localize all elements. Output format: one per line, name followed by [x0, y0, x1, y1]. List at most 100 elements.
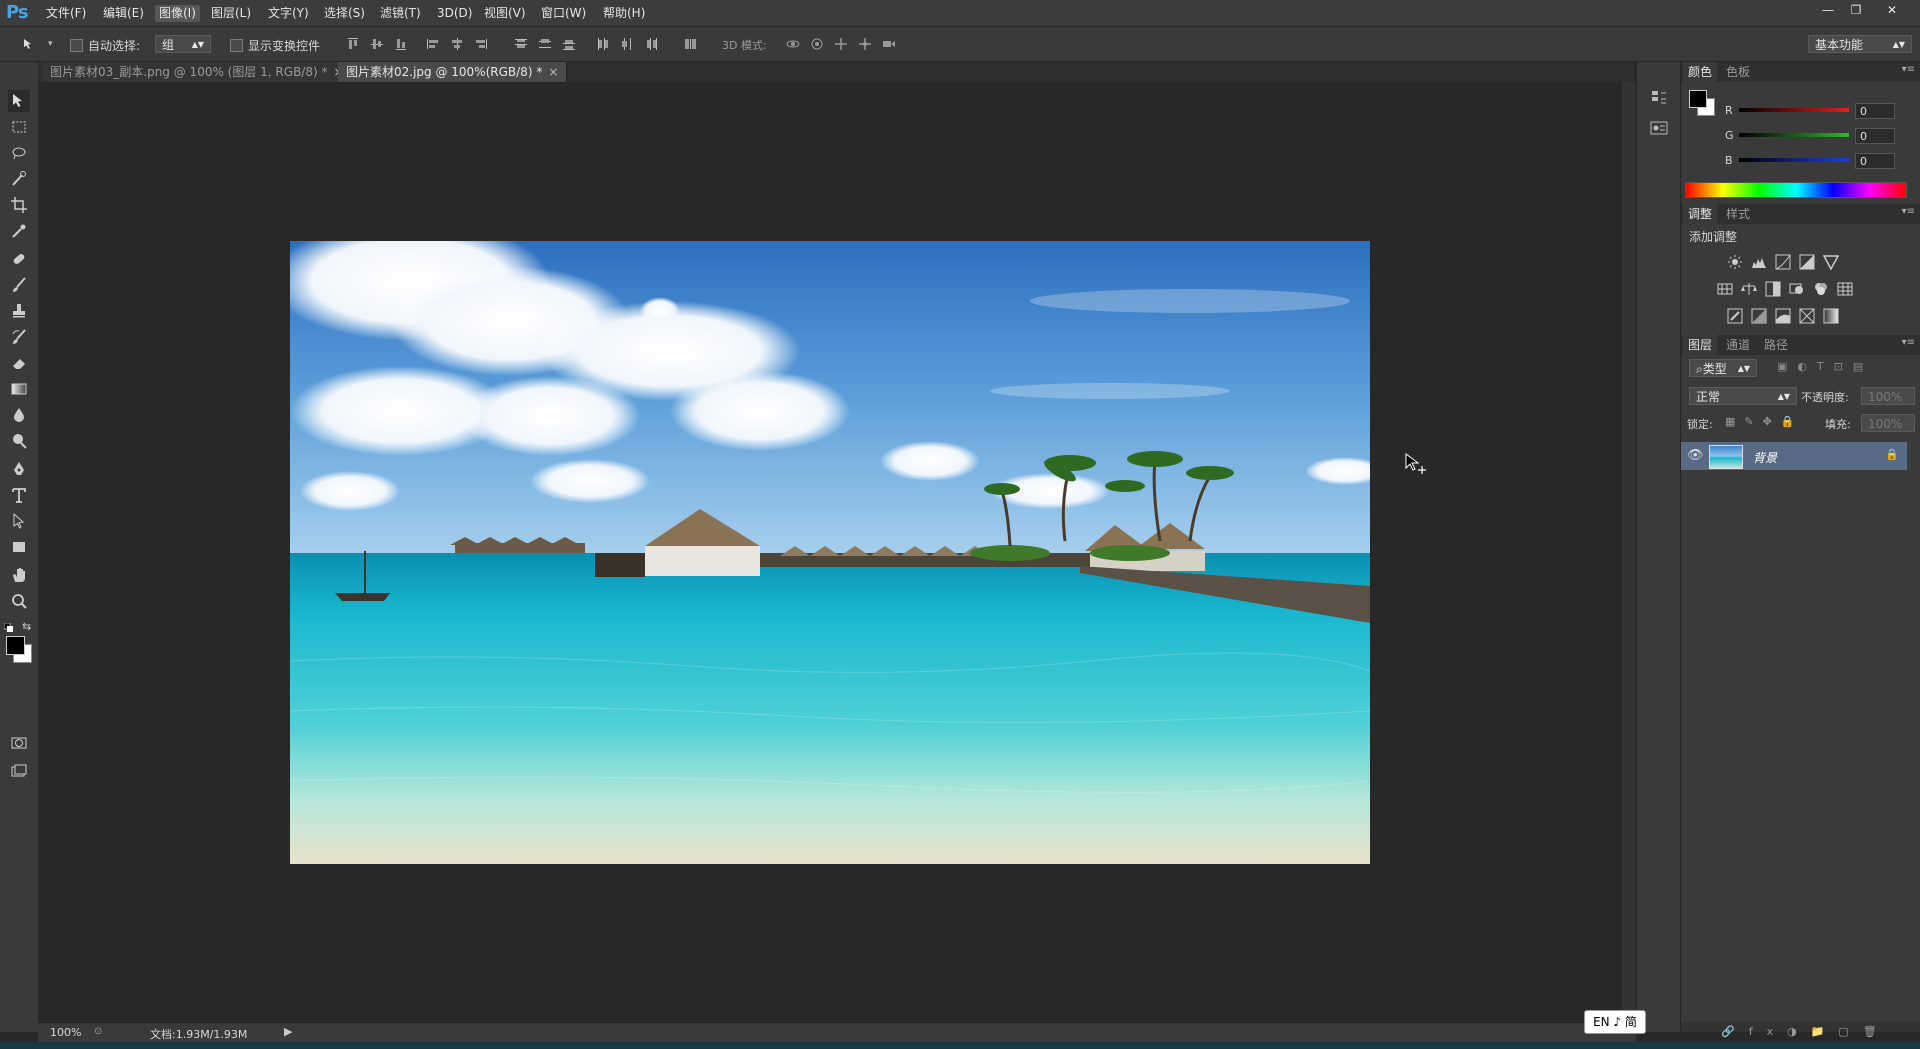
opacity-field[interactable]: 100% [1861, 387, 1915, 405]
tab-close-icon[interactable]: × [548, 65, 558, 79]
zoom-level[interactable]: 100% [50, 1026, 81, 1039]
levels-icon[interactable] [1751, 254, 1769, 272]
gradient-map-icon[interactable] [1823, 308, 1841, 326]
distribute-right-icon[interactable] [644, 37, 658, 51]
path-select-tool-icon[interactable] [8, 510, 30, 532]
selective-color-icon[interactable] [1799, 308, 1817, 326]
panel-menu-icon[interactable]: ▾≡ [1902, 206, 1915, 217]
minimize-icon[interactable]: — [1816, 1, 1840, 19]
auto-align-icon[interactable] [684, 37, 698, 51]
invert-icon[interactable] [1727, 308, 1745, 326]
menu-window[interactable]: 窗口(W) [537, 5, 590, 22]
color-fg-swatch[interactable] [1689, 90, 1707, 108]
menu-select[interactable]: 选择(S) [320, 5, 369, 22]
camera-3d-icon[interactable] [882, 37, 896, 51]
menu-help[interactable]: 帮助(H) [599, 5, 649, 22]
channel-r-slider[interactable] [1739, 108, 1849, 112]
menu-file[interactable]: 文件(F) [42, 5, 90, 22]
align-top-icon[interactable] [346, 37, 360, 51]
dodge-tool-icon[interactable] [8, 430, 30, 452]
align-vcenter-icon[interactable] [370, 37, 384, 51]
properties-panel-icon[interactable] [1649, 118, 1669, 138]
menu-layer[interactable]: 图层(L) [207, 5, 255, 22]
rectangle-tool-icon[interactable] [8, 536, 30, 558]
hue-saturation-icon[interactable] [1717, 281, 1735, 299]
channel-b-value[interactable]: 0 [1855, 153, 1895, 169]
color-balance-icon[interactable] [1741, 281, 1759, 299]
workspace-dropdown[interactable]: 基本功能 ▲▼ [1808, 35, 1912, 53]
roll-3d-icon[interactable] [810, 37, 824, 51]
ime-indicator[interactable]: EN ♪ 简 [1584, 1010, 1646, 1034]
menu-type[interactable]: 文字(Y) [264, 5, 313, 22]
layers-footer-icons[interactable]: 🔗fx◑📁▢🗑 [1721, 1025, 1891, 1038]
channel-g-value[interactable]: 0 [1855, 128, 1895, 144]
channel-b-slider[interactable] [1739, 158, 1849, 162]
tab-styles[interactable]: 样式 [1721, 204, 1755, 224]
hand-tool-icon[interactable] [8, 564, 30, 586]
layer-row[interactable]: 👁 背景 🔒 [1681, 442, 1907, 470]
channel-mixer-icon[interactable] [1813, 281, 1831, 299]
eraser-tool-icon[interactable] [8, 352, 30, 374]
marquee-tool-icon[interactable] [8, 116, 30, 138]
distribute-left-icon[interactable] [596, 37, 610, 51]
lock-option-icons[interactable]: ▦✎✥🔒 [1725, 415, 1815, 431]
auto-select-dropdown[interactable]: 组 ▲▼ [155, 35, 211, 53]
menu-3d[interactable]: 3D(D) [433, 5, 476, 22]
channel-g-slider[interactable] [1739, 133, 1849, 137]
color-lookup-icon[interactable] [1837, 281, 1855, 299]
tab-color[interactable]: 颜色 [1683, 62, 1718, 82]
color-spectrum-ramp[interactable] [1685, 182, 1907, 198]
tab-document-2[interactable]: 图片素材02.jpg @ 100%(RGB/8) * × [338, 62, 568, 82]
swap-colors-icon[interactable]: ⇆ [22, 620, 31, 633]
vertical-scrollbar[interactable] [1622, 82, 1636, 1022]
tab-adjustments[interactable]: 调整 [1683, 204, 1718, 224]
show-transform-checkbox[interactable] [230, 39, 243, 52]
distribute-hcenter-icon[interactable] [620, 37, 634, 51]
sync-icon[interactable]: ⊙ [94, 1026, 106, 1038]
curves-icon[interactable] [1775, 254, 1793, 272]
menu-image[interactable]: 图像(I) [155, 5, 200, 22]
beach-photo[interactable] [290, 241, 1370, 864]
distribute-top-icon[interactable] [514, 37, 528, 51]
blend-mode-dropdown[interactable]: 正常 ▲▼ [1689, 387, 1797, 405]
exposure-icon[interactable] [1799, 254, 1817, 272]
layer-name[interactable]: 背景 [1753, 449, 1777, 466]
history-panel-icon[interactable] [1649, 88, 1669, 108]
align-bottom-icon[interactable] [394, 37, 408, 51]
foreground-color-swatch[interactable] [6, 636, 25, 655]
distribute-bottom-icon[interactable] [562, 37, 576, 51]
blur-tool-icon[interactable] [8, 404, 30, 426]
history-brush-tool-icon[interactable] [8, 326, 30, 348]
menu-filter[interactable]: 滤镜(T) [376, 5, 425, 22]
align-right-icon[interactable] [474, 37, 488, 51]
quick-mask-icon[interactable] [8, 732, 30, 754]
align-hcenter-icon[interactable] [450, 37, 464, 51]
menu-edit[interactable]: 编辑(E) [99, 5, 148, 22]
gradient-tool-icon[interactable] [8, 378, 30, 400]
slide-3d-icon[interactable] [858, 37, 872, 51]
tab-channels[interactable]: 通道 [1721, 335, 1755, 355]
pen-tool-icon[interactable] [8, 458, 30, 480]
close-icon[interactable]: ✕ [1880, 1, 1904, 19]
channel-r-value[interactable]: 0 [1855, 103, 1895, 119]
brightness-icon[interactable] [1727, 254, 1745, 272]
pan-3d-icon[interactable] [834, 37, 848, 51]
tab-paths[interactable]: 路径 [1759, 335, 1793, 355]
brush-tool-icon[interactable] [8, 274, 30, 296]
eyedropper-tool-icon[interactable] [8, 220, 30, 242]
tab-layers[interactable]: 图层 [1683, 335, 1718, 355]
panel-menu-icon[interactable]: ▾≡ [1902, 337, 1915, 348]
photo-filter-icon[interactable] [1789, 281, 1807, 299]
fill-field[interactable]: 100% [1861, 414, 1915, 432]
zoom-tool-icon[interactable] [8, 590, 30, 612]
tab-document-1[interactable]: 图片素材03_副本.png @ 100% (图层 1, RGB/8) *× [42, 62, 353, 82]
layer-filter-dropdown[interactable]: ⌕类型 ▲▼ [1689, 359, 1757, 377]
screen-mode-icon[interactable] [8, 760, 30, 782]
vibrance-icon[interactable] [1822, 254, 1841, 272]
type-tool-icon[interactable] [8, 484, 30, 506]
posterize-icon[interactable] [1751, 308, 1769, 326]
move-tool-preset-icon[interactable] [22, 37, 36, 51]
healing-brush-tool-icon[interactable] [8, 248, 30, 270]
crop-tool-icon[interactable] [8, 194, 30, 216]
rotate-3d-icon[interactable] [786, 37, 800, 51]
